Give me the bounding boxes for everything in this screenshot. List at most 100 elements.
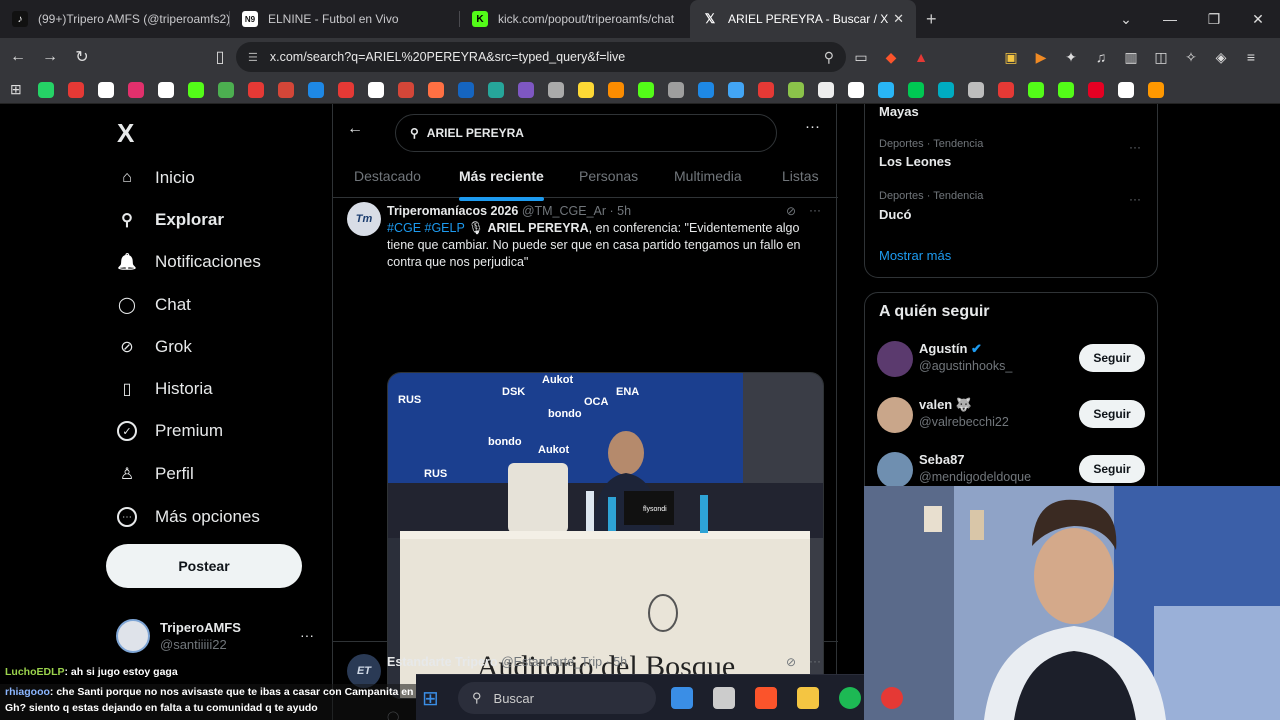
music-icon[interactable]: ♫ [1086, 49, 1116, 65]
bookmark-favicon-icon[interactable] [1148, 81, 1164, 98]
bookmark-favicon-icon[interactable] [488, 81, 504, 98]
zoom-icon[interactable]: ⚲ [824, 49, 834, 66]
avatar[interactable] [877, 341, 913, 377]
tab-multimedia[interactable]: Multimedia [674, 168, 742, 184]
menu-icon[interactable]: ≡ [1236, 49, 1266, 65]
address-bar[interactable]: ☰ x.com/search?q=ARIEL%20PEREYRA&src=typ… [236, 42, 846, 72]
bookmark-favicon-icon[interactable] [968, 81, 984, 98]
close-icon[interactable]: ✕ [893, 11, 904, 27]
x-logo-icon[interactable]: X [117, 118, 134, 149]
nav-item-mas-opciones[interactable]: ⋯ Más opciones [117, 503, 260, 531]
nav-item-chat[interactable]: ◯ Chat [117, 291, 191, 319]
tweet-more-icon[interactable]: ··· [809, 203, 821, 217]
taskbar-app-icon[interactable] [713, 687, 735, 709]
bookmark-favicon-icon[interactable] [158, 81, 174, 98]
new-tab-button[interactable]: + [926, 9, 937, 30]
search-input[interactable]: ⚲ ARIEL PEREYRA [395, 114, 777, 152]
taskbar-app-icon[interactable] [797, 687, 819, 709]
bookmark-favicon-icon[interactable] [668, 81, 684, 98]
wallet2-icon[interactable]: ◫ [1146, 49, 1176, 66]
account-switcher[interactable]: TriperoAMFS @santiiiii22 ··· [116, 619, 314, 653]
bookmark-favicon-icon[interactable] [698, 81, 714, 98]
tweet[interactable]: Tm Triperomaníacos 2026 @TM_CGE_Ar · 5h … [333, 198, 838, 720]
maximize-button[interactable]: ❐ [1192, 11, 1236, 28]
wallet-icon[interactable]: ▣ [996, 49, 1026, 66]
brave-shield-icon[interactable]: ◆ [876, 49, 906, 66]
follow-button[interactable]: Seguir [1079, 400, 1145, 428]
nav-item-grok[interactable]: ⊘ Grok [117, 333, 192, 361]
play-icon[interactable]: ▶ [1026, 49, 1056, 66]
bookmark-favicon-icon[interactable] [68, 81, 84, 98]
follow-button[interactable]: Seguir [1079, 455, 1145, 483]
bookmark-favicon-icon[interactable] [278, 81, 294, 98]
follow-suggestion[interactable]: valen 🐺 @valrebecchi22 Seguir [877, 395, 1149, 435]
bookmark-favicon-icon[interactable] [218, 81, 234, 98]
windows-start-icon[interactable]: ⊞ [422, 686, 439, 711]
taskbar-app-icon[interactable] [881, 687, 903, 709]
forward-arrow-icon[interactable]: → [36, 48, 64, 66]
tweet-author-handle[interactable]: @TM_CGE_Ar · 5h [522, 204, 631, 218]
tab-listas[interactable]: Listas [782, 168, 819, 184]
grok-icon[interactable]: ⊘ [786, 655, 796, 669]
post-button[interactable]: Postear [106, 544, 302, 588]
nav-item-perfil[interactable]: ♙ Perfil [117, 460, 194, 488]
tab-mas-reciente[interactable]: Más reciente [459, 168, 544, 201]
tweet-more-icon[interactable]: ··· [809, 654, 821, 668]
tweet-author-handle[interactable]: @Estandarte_Trip · 5h [501, 655, 627, 669]
follow-suggestion[interactable]: Seba87 @mendigodeldoque Seguir [877, 450, 1149, 490]
bookmark-favicon-icon[interactable] [548, 81, 564, 98]
nav-item-inicio[interactable]: ⌂ Inicio [117, 164, 195, 192]
tweet-hashtags[interactable]: #CGE #GELP [387, 221, 465, 235]
brave-rewards-icon[interactable]: ▲ [906, 49, 936, 65]
avatar[interactable] [877, 452, 913, 488]
cast-icon[interactable]: ▭ [846, 49, 876, 66]
apps-grid-icon[interactable]: ⊞ [10, 81, 26, 98]
extensions-icon[interactable]: ✦ [1056, 49, 1086, 66]
bookmark-favicon-icon[interactable] [848, 81, 864, 98]
bookmark-favicon-icon[interactable] [1118, 81, 1134, 98]
taskbar-app-icon[interactable] [839, 687, 861, 709]
bookmark-favicon-icon[interactable] [188, 81, 204, 98]
bookmark-favicon-icon[interactable] [938, 81, 954, 98]
follow-button[interactable]: Seguir [1079, 344, 1145, 372]
back-arrow-icon[interactable]: ← [347, 120, 363, 138]
bookmark-favicon-icon[interactable] [1058, 81, 1074, 98]
bookmark-favicon-icon[interactable] [98, 81, 114, 98]
avatar[interactable]: Tm [347, 202, 381, 236]
avatar[interactable] [877, 397, 913, 433]
taskbar-app-icon[interactable] [755, 687, 777, 709]
bookmark-favicon-icon[interactable] [38, 81, 54, 98]
bookmark-favicon-icon[interactable] [338, 81, 354, 98]
show-more-link[interactable]: Mostrar más [879, 248, 951, 263]
taskbar-search[interactable]: ⚲ Buscar [458, 682, 656, 714]
site-info-icon[interactable]: ☰ [248, 51, 258, 64]
bookmark-favicon-icon[interactable] [458, 81, 474, 98]
trend-name[interactable]: Ducó [879, 207, 912, 222]
tab-personas[interactable]: Personas [579, 168, 638, 184]
bookmark-favicon-icon[interactable] [908, 81, 924, 98]
reload-icon[interactable]: ↻ [68, 47, 96, 67]
bookmark-favicon-icon[interactable] [398, 81, 414, 98]
bookmark-favicon-icon[interactable] [518, 81, 534, 98]
bookmark-favicon-icon[interactable] [248, 81, 264, 98]
bookmark-favicon-icon[interactable] [878, 81, 894, 98]
bookmark-favicon-icon[interactable] [428, 81, 444, 98]
browser-tab-tiktok[interactable]: ♪ (99+)Tripero AMFS (@triperoamfs2) [0, 0, 230, 38]
trend-more-icon[interactable]: ··· [1129, 192, 1141, 206]
bookmark-favicon-icon[interactable] [578, 81, 594, 98]
nav-item-explorar[interactable]: ⚲ Explorar [117, 206, 224, 234]
bookmark-favicon-icon[interactable] [368, 81, 384, 98]
minimize-button[interactable]: — [1148, 11, 1192, 27]
bookmark-favicon-icon[interactable] [608, 81, 624, 98]
window-close-button[interactable]: ✕ [1236, 11, 1280, 28]
bookmark-favicon-icon[interactable] [1028, 81, 1044, 98]
bookmark-favicon-icon[interactable] [758, 81, 774, 98]
bookmark-favicon-icon[interactable] [998, 81, 1014, 98]
nav-item-premium[interactable]: ✓ Premium [117, 417, 223, 445]
bookmark-favicon-icon[interactable] [128, 81, 144, 98]
bookmark-favicon-icon[interactable] [788, 81, 804, 98]
trend-more-icon[interactable]: ··· [1129, 140, 1141, 154]
bookmark-favicon-icon[interactable] [728, 81, 744, 98]
browser-tab-x-search[interactable]: 𝕏 ARIEL PEREYRA - Buscar / X ✕ [690, 0, 916, 38]
bookmark-page-icon[interactable]: ▯ [206, 47, 234, 67]
